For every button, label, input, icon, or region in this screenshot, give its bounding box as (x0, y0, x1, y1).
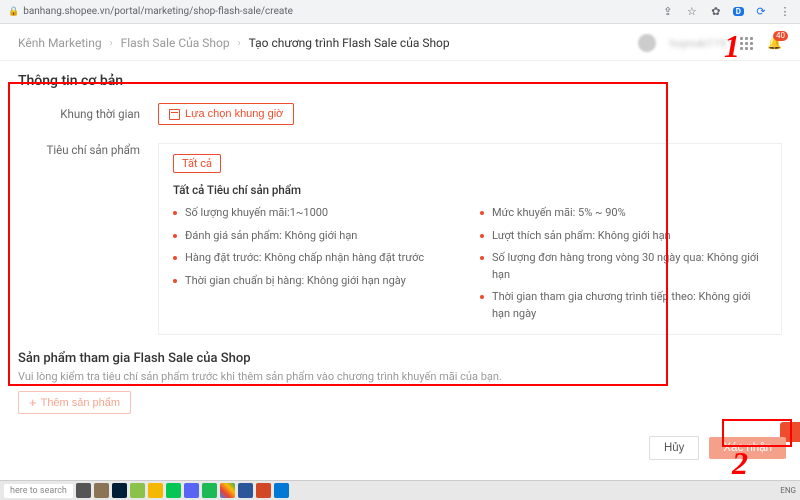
criteria-subtitle: Tất cả Tiêu chí sản phẩm (173, 183, 767, 197)
breadcrumb-current: Tạo chương trình Flash Sale của Shop (249, 36, 450, 50)
task-icon[interactable] (148, 483, 163, 498)
time-slot-label: Khung thời gian (18, 103, 158, 125)
windows-taskbar: here to search ENG (0, 480, 800, 500)
chevron-right-icon: › (110, 38, 113, 49)
task-icon[interactable] (112, 483, 127, 498)
task-icon[interactable] (130, 483, 145, 498)
criteria-item: Thời gian chuẩn bị hàng: Không giới hạn … (173, 273, 460, 290)
plus-icon: + (29, 396, 37, 409)
avatar[interactable] (638, 34, 656, 52)
extension-icon[interactable]: ✿ (709, 5, 723, 19)
star-icon[interactable]: ☆ (685, 5, 699, 19)
task-icon[interactable] (76, 483, 91, 498)
section-title-basic: Thông tin cơ bản (18, 73, 782, 89)
select-time-button[interactable]: Lựa chọn khung giờ (158, 103, 294, 125)
chevron-right-icon: › (238, 38, 241, 49)
criteria-item: Lượt thích sản phẩm: Không giới hạn (480, 228, 767, 245)
task-icon[interactable] (220, 483, 235, 498)
task-icon[interactable] (184, 483, 199, 498)
breadcrumb-item[interactable]: Kênh Marketing (18, 36, 102, 50)
task-icon[interactable] (274, 483, 289, 498)
breadcrumb-item[interactable]: Flash Sale Của Shop (121, 36, 230, 50)
breadcrumb: Kênh Marketing › Flash Sale Của Shop › T… (18, 36, 450, 50)
task-icon[interactable] (256, 483, 271, 498)
menu-icon[interactable]: ⋮ (778, 5, 792, 19)
criteria-item: Số lượng đơn hàng trong vòng 30 ngày qua… (480, 250, 767, 283)
products-section-title: Sản phẩm tham gia Flash Sale của Shop (18, 351, 782, 366)
criteria-list-left: Số lượng khuyến mãi:1~1000 Đánh giá sản … (173, 205, 460, 328)
cancel-button[interactable]: Hủy (649, 436, 699, 460)
add-product-label: Thêm sản phẩm (41, 397, 120, 409)
notification-badge: 40 (773, 31, 788, 41)
add-product-button[interactable]: + Thêm sản phẩm (18, 391, 131, 414)
criteria-all-tag[interactable]: Tất cả (173, 154, 221, 173)
username: huynuki119 (670, 37, 726, 50)
criteria-item: Mức khuyến mãi: 5% ~ 90% (480, 205, 767, 222)
criteria-item: Số lượng khuyến mãi:1~1000 (173, 205, 460, 222)
calendar-icon (169, 109, 180, 120)
criteria-label: Tiêu chí sản phẩm (18, 139, 158, 335)
criteria-item: Thời gian tham gia chương trình tiếp the… (480, 289, 767, 322)
url-text: banhang.shopee.vn/portal/marketing/shop-… (23, 6, 293, 17)
extension-badge[interactable]: D (733, 7, 744, 16)
page-header: Kênh Marketing › Flash Sale Của Shop › T… (0, 24, 800, 61)
apps-icon[interactable] (740, 37, 753, 50)
task-icon[interactable] (94, 483, 109, 498)
confirm-button[interactable]: Xác nhận (709, 437, 786, 459)
criteria-item: Đánh giá sản phẩm: Không giới hạn (173, 228, 460, 245)
notifications-button[interactable]: 🔔 40 (767, 36, 782, 50)
task-icon[interactable] (238, 483, 253, 498)
products-hint: Vui lòng kiểm tra tiêu chí sản phẩm trướ… (18, 370, 782, 383)
criteria-list-right: Mức khuyến mãi: 5% ~ 90% Lượt thích sản … (480, 205, 767, 328)
cast-icon[interactable]: ⟳ (754, 5, 768, 19)
task-icon[interactable] (166, 483, 181, 498)
select-time-label: Lựa chọn khung giờ (185, 108, 283, 120)
lock-icon: 🔒 (8, 7, 19, 17)
taskbar-search[interactable]: here to search (4, 484, 73, 498)
taskbar-lang[interactable]: ENG (780, 486, 796, 495)
criteria-item: Hàng đặt trước: Không chấp nhận hàng đặt… (173, 250, 460, 267)
task-icon[interactable] (202, 483, 217, 498)
share-icon[interactable]: ⇪ (661, 5, 675, 19)
criteria-box: Tất cả Tất cả Tiêu chí sản phẩm Số lượng… (158, 143, 782, 335)
browser-address-bar: 🔒 banhang.shopee.vn/portal/marketing/sho… (0, 0, 800, 24)
